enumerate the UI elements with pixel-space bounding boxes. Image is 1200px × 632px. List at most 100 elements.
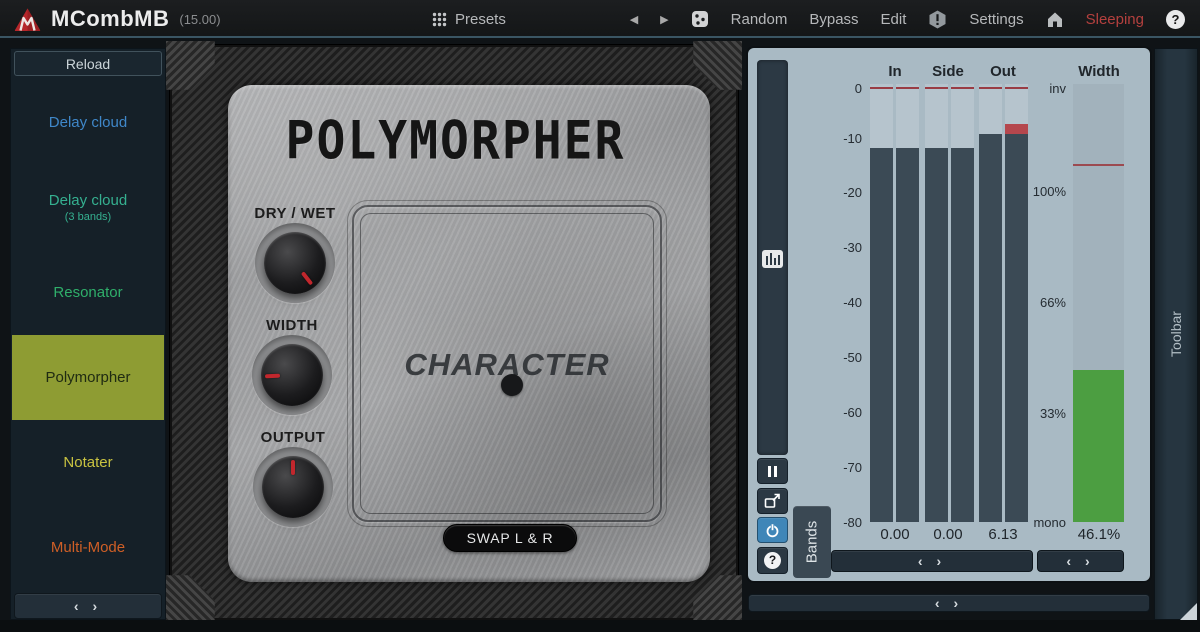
scroll-arrows-icon: ‹ ›: [1066, 553, 1094, 569]
popout-window-icon: [764, 493, 781, 509]
bypass-menu-item[interactable]: Bypass: [798, 0, 869, 38]
out-meter-value: 6.13: [973, 526, 1033, 543]
db-tick: -60: [802, 405, 862, 420]
meter-power-button[interactable]: [757, 517, 788, 543]
top-menu-bar: MCombMB (15.00) Presets ◀ ▶ Random Bypas…: [0, 0, 1200, 38]
scroll-arrows-icon: ‹ ›: [918, 553, 946, 569]
in-meter-bar-right: [896, 84, 919, 522]
metal-plate: POLYMORPHER DRY / WET WIDTH OUTPUT CHARA…: [228, 85, 710, 582]
side-meter-bar-left: [925, 84, 948, 522]
xy-pad-puck[interactable]: [501, 374, 523, 396]
edit-menu-item[interactable]: Edit: [870, 0, 918, 38]
out-meter-label: Out: [978, 63, 1028, 80]
preset-sublabel: (3 bands): [65, 211, 111, 223]
sidebar-item-notater[interactable]: Notater: [12, 420, 164, 505]
toolbar-strip-tab[interactable]: Toolbar: [1154, 48, 1198, 620]
preset-label: Multi-Mode: [51, 539, 125, 556]
dry-wet-knob[interactable]: [255, 223, 335, 303]
out-meter-bar-right: [1005, 84, 1028, 522]
sidebar-item-multi-mode[interactable]: Multi-Mode: [12, 505, 164, 590]
meter-range-slider[interactable]: [757, 60, 788, 455]
meter-help-button[interactable]: ?: [757, 547, 788, 574]
width-meter-label: Width: [1074, 63, 1124, 80]
db-tick: -30: [802, 240, 862, 255]
width-label: WIDTH: [227, 317, 357, 334]
side-meter-bar-right: [951, 84, 974, 522]
width-peak-line: [1073, 164, 1124, 166]
db-tick: -50: [802, 350, 862, 365]
app-title: MCombMB: [51, 6, 169, 32]
knob-pointer: [262, 456, 324, 518]
randomize-dice-button[interactable]: [680, 0, 720, 38]
knob-pointer: [259, 342, 324, 407]
db-tick: -70: [802, 460, 862, 475]
db-tick: -40: [802, 295, 862, 310]
toolbar-strip-label: Toolbar: [1168, 311, 1184, 357]
sidebar-item-delay-cloud-3-bands[interactable]: Delay cloud (3 bands): [12, 165, 164, 250]
settings-menu-item[interactable]: Settings: [958, 0, 1034, 38]
character-xy-pad[interactable]: CHARACTER: [352, 205, 662, 522]
knob-body: [264, 232, 326, 294]
dice-icon: [691, 10, 709, 28]
side-meter-value: 0.00: [918, 526, 978, 543]
knob-pointer: [251, 219, 338, 306]
preset-sidebar: Reload Delay cloud Delay cloud (3 bands)…: [10, 48, 166, 620]
sleeping-status[interactable]: Sleeping: [1075, 0, 1155, 38]
width-fill: [1073, 370, 1124, 522]
meters-horizontal-scrollbar[interactable]: ‹ ›: [831, 550, 1033, 572]
panel-bottom-scrollbar[interactable]: ‹ ›: [748, 594, 1150, 612]
sidebar-horizontal-scrollbar[interactable]: ‹ ›: [14, 593, 162, 619]
question-mark-icon: ?: [1166, 10, 1185, 29]
meter-popout-button[interactable]: [757, 488, 788, 514]
chevron-left-icon: ◀: [630, 13, 638, 26]
meter-panel: ? Bands In Side Out Width 0 -10 -20 -30 …: [748, 48, 1150, 581]
side-meter-label: Side: [923, 63, 973, 80]
preset-label: Polymorpher: [45, 369, 130, 386]
presets-label: Presets: [455, 11, 506, 28]
out-meter-bar-left: [979, 84, 1002, 522]
sidebar-item-polymorpher-selected[interactable]: Polymorpher: [12, 335, 164, 420]
width-meter-bar: [1073, 84, 1124, 522]
output-label: OUTPUT: [228, 429, 358, 446]
next-preset-button[interactable]: ▶: [649, 0, 679, 38]
meter-pause-button[interactable]: [757, 458, 788, 484]
swap-l-r-button[interactable]: SWAP L & R: [443, 524, 577, 552]
knob-body: [261, 344, 323, 406]
home-button[interactable]: [1035, 0, 1075, 38]
scroll-arrows-icon: ‹ ›: [935, 595, 963, 611]
in-meter-value: 0.00: [865, 526, 925, 543]
output-knob[interactable]: [253, 447, 333, 527]
in-meter-label: In: [870, 63, 920, 80]
width-knob[interactable]: [252, 335, 332, 415]
sidebar-item-resonator[interactable]: Resonator: [12, 250, 164, 335]
app-version: (15.00): [179, 12, 220, 27]
grid-icon: [432, 12, 447, 27]
warning-hexagon-icon: [928, 10, 947, 29]
dry-wet-label: DRY / WET: [230, 205, 360, 222]
resize-grip[interactable]: [1180, 603, 1197, 620]
knob-body: [262, 456, 324, 518]
sidebar-item-delay-cloud[interactable]: Delay cloud: [12, 80, 164, 165]
db-tick: -80: [802, 515, 862, 530]
help-button[interactable]: ?: [1155, 0, 1196, 38]
polymorpher-logo: POLYMORPHER: [228, 110, 683, 172]
pause-icon: [768, 466, 777, 477]
previous-preset-button[interactable]: ◀: [619, 0, 649, 38]
topbar-actions: ◀ ▶ Random Bypass Edit Settings Sleeping: [619, 0, 1196, 38]
question-mark-icon: ?: [764, 552, 781, 569]
preset-label: Notater: [63, 454, 112, 471]
presets-button[interactable]: Presets: [432, 0, 506, 38]
preset-label: Resonator: [53, 284, 122, 301]
window-bottom-strip: [0, 620, 1200, 632]
warning-button[interactable]: [917, 0, 958, 38]
app-identity: MCombMB (15.00): [14, 0, 221, 38]
db-tick: -10: [802, 131, 862, 146]
melda-logo-icon: [14, 7, 41, 32]
width-horizontal-scrollbar[interactable]: ‹ ›: [1037, 550, 1124, 572]
db-tick: -20: [802, 185, 862, 200]
chevron-right-icon: ▶: [660, 13, 668, 26]
home-icon: [1046, 11, 1064, 28]
reload-button[interactable]: Reload: [14, 51, 162, 76]
random-menu-item[interactable]: Random: [720, 0, 799, 38]
analyzer-icon: [762, 250, 783, 268]
